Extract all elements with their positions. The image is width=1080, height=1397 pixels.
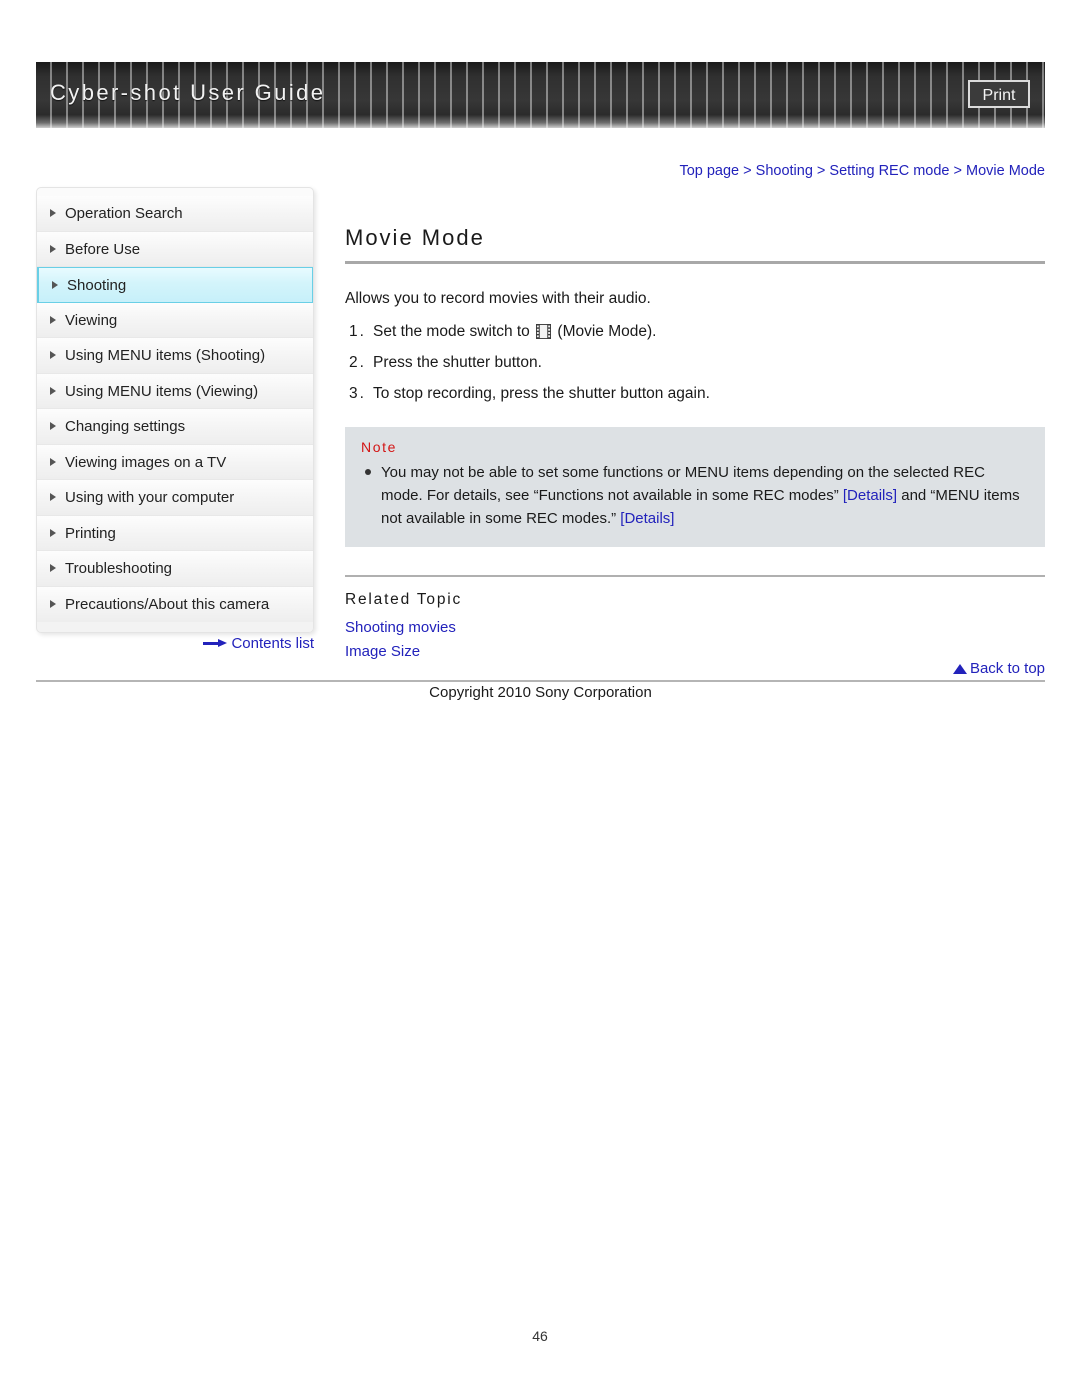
note-details-link-2[interactable]: [Details]: [620, 510, 674, 527]
back-to-top-link[interactable]: Back to top: [345, 660, 1045, 677]
film-strip-icon: [534, 323, 553, 340]
sidebar-item-using-with-your-computer[interactable]: Using with your computer: [37, 480, 313, 516]
triangle-right-icon: [50, 315, 56, 324]
sidebar-item-viewing[interactable]: Viewing: [37, 302, 313, 338]
app-title: Cyber-shot User Guide: [50, 80, 326, 105]
sidebar-item-printing[interactable]: Printing: [37, 515, 313, 551]
triangle-up-icon: [952, 664, 967, 674]
triangle-right-icon: [50, 386, 56, 395]
triangle-right-icon: [50, 528, 56, 537]
note-box: Note You may not be able to set some fun…: [345, 426, 1045, 547]
sidebar-nav: Operation Search Before Use Shooting Viewin…: [36, 187, 314, 633]
sidebar-item-using-menu-items-viewing[interactable]: Using MENU items (Viewing): [37, 373, 313, 409]
copyright-text: Copyright 2010 Sony Corporation: [429, 684, 652, 701]
title-divider: [345, 261, 1045, 264]
sidebar-item-viewing-images-on-a-tv[interactable]: Viewing images on a TV: [37, 444, 313, 480]
sidebar-item-troubleshooting[interactable]: Troubleshooting: [37, 551, 313, 587]
app-header-banner: Cyber-shot User Guide Print: [36, 62, 1045, 128]
contents-list-label: Contents list: [231, 635, 314, 652]
print-button[interactable]: Print: [968, 80, 1030, 108]
triangle-right-icon: [50, 457, 56, 466]
arrow-right-icon: [203, 638, 228, 648]
sidebar-item-label: Viewing: [65, 311, 118, 329]
sidebar-item-label: Printing: [65, 524, 116, 542]
back-to-top-label: Back to top: [969, 660, 1045, 677]
step-item: 2. Press the shutter button.: [345, 353, 1045, 374]
bullet-icon: [365, 468, 371, 475]
step-text-after: (Movie Mode).: [553, 323, 657, 340]
sidebar-item-before-use[interactable]: Before Use: [37, 231, 313, 267]
sidebar-item-operation-search[interactable]: Operation Search: [37, 196, 313, 232]
triangle-right-icon: [50, 493, 56, 502]
intro-text: Allows you to record movies with their a…: [345, 290, 651, 307]
step-number: 3.: [349, 384, 366, 402]
sidebar-item-label: Before Use: [65, 240, 141, 258]
note-details-link-1[interactable]: [Details]: [843, 487, 897, 504]
step-item: 1. Set the mode switch to (Movie Mode).: [345, 322, 1045, 343]
step-text-before: To stop recording, press the shutter but…: [373, 384, 710, 402]
triangle-right-icon: [50, 422, 56, 431]
triangle-right-icon: [50, 351, 56, 360]
triangle-right-icon: [50, 564, 56, 573]
footer-divider: [36, 680, 1045, 682]
sidebar-item-label: Operation Search: [65, 205, 183, 222]
sidebar-item-precautions-about-this-camera[interactable]: Precautions/About this camera: [37, 586, 313, 622]
triangle-right-icon: [50, 244, 56, 253]
contents-list-link[interactable]: Contents list: [36, 635, 314, 652]
page-number: 46: [532, 1328, 548, 1344]
step-text-before: Press the shutter button.: [373, 353, 542, 371]
sidebar-item-label: Changing settings: [65, 418, 186, 435]
sidebar-item-label: Using with your computer: [65, 489, 235, 506]
sidebar-item-label: Shooting: [67, 277, 127, 294]
note-item: You may not be able to set some function…: [361, 461, 1029, 531]
sidebar-item-label: Using MENU items (Shooting): [65, 347, 266, 364]
step-text-before: Set the mode switch to: [373, 323, 535, 340]
sidebar-item-label: Viewing images on a TV: [65, 453, 227, 471]
related-link-shooting-movies[interactable]: Shooting movies: [345, 619, 1045, 636]
triangle-right-icon: [52, 280, 58, 289]
steps-list: 1. Set the mode switch to (Movie Mode). 2.…: [345, 322, 1045, 405]
step-item: 3. To stop recording, press the shutter b…: [345, 384, 1045, 405]
note-label: Note: [361, 438, 397, 455]
sidebar-item-label: Precautions/About this camera: [65, 595, 270, 613]
sidebar-item-label: Troubleshooting: [65, 560, 173, 577]
breadcrumb[interactable]: Top page > Shooting > Setting REC mode >…: [345, 163, 1045, 179]
related-topic-title: Related Topic: [345, 590, 463, 608]
related-divider: [345, 574, 1045, 577]
related-links: Shooting movies Image Size: [345, 619, 1045, 660]
page-title: Movie Mode: [345, 225, 485, 250]
sidebar-item-changing-settings[interactable]: Changing settings: [37, 409, 313, 445]
triangle-right-icon: [50, 209, 56, 218]
triangle-right-icon: [50, 600, 56, 609]
sidebar-item-shooting[interactable]: Shooting: [37, 267, 313, 303]
sidebar-item-using-menu-items-shooting[interactable]: Using MENU items (Shooting): [37, 338, 313, 374]
main-content: Movie Mode Allows you to record movies w…: [345, 225, 1045, 667]
step-number: 1.: [349, 323, 366, 340]
sidebar-item-label: Using MENU items (Viewing): [65, 382, 259, 400]
step-number: 2.: [349, 353, 366, 371]
related-link-image-size[interactable]: Image Size: [345, 643, 1045, 660]
